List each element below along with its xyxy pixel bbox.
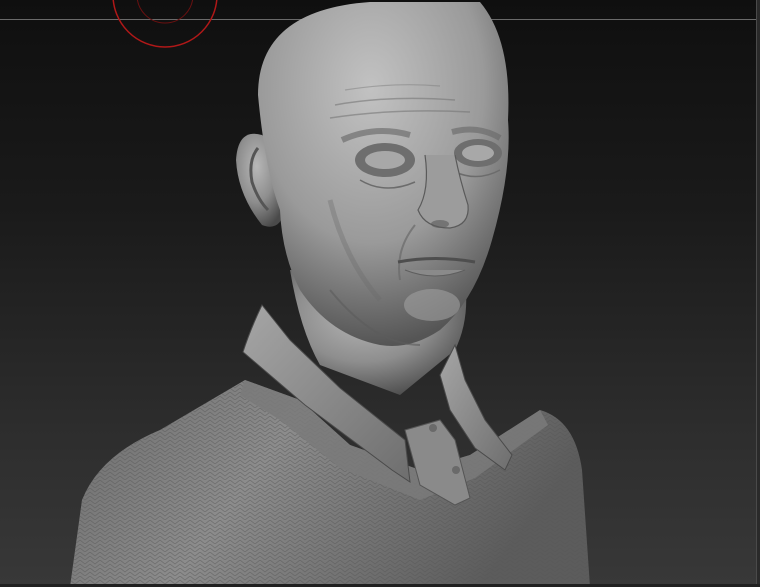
right-eye bbox=[462, 145, 494, 161]
brush-circle-icon bbox=[112, 0, 218, 48]
left-eye bbox=[365, 151, 405, 169]
shirt-button bbox=[452, 466, 460, 474]
sculpt-viewport[interactable] bbox=[0, 0, 760, 587]
shirt-button bbox=[429, 424, 437, 432]
sculpted-bust-model[interactable] bbox=[0, 0, 760, 587]
viewport-right-scroll-edge[interactable] bbox=[756, 0, 760, 587]
